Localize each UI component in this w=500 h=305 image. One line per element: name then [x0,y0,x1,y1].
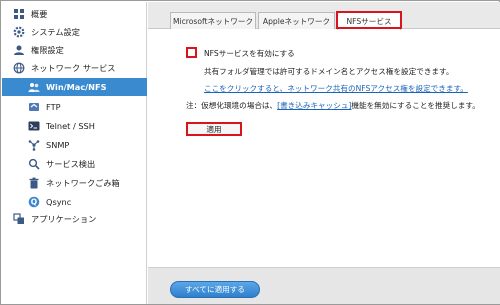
apply-all-label: すべてに適用する [185,285,245,294]
write-cache-link[interactable]: [書き込みキャッシュ] [277,101,351,110]
globe-icon [13,62,25,74]
nfs-settings-content: NFSサービスを有効にする 共有フォルダ管理では許可するドメイン名とアクセス権を… [148,30,500,267]
access-description: 共有フォルダ管理では許可するドメイン名とアクセス権を設定できます。 [204,67,454,76]
sidebar-item-overview[interactable]: 概要 [2,5,147,22]
terminal-icon [28,120,40,132]
tab-label: NFSサービス [346,17,392,26]
snmp-icon [28,139,40,151]
sidebar-item-label: ネットワーク サービス [31,62,116,73]
user-icon [13,44,25,56]
ftp-icon [28,101,40,113]
svg-text:Q: Q [31,197,37,206]
trash-icon [28,177,40,189]
sidebar-item-label: FTP [46,101,61,112]
enable-nfs-label: NFSサービスを有効にする [204,49,295,58]
sidebar-item-label: SNMP [46,139,70,150]
sidebar-item-label: 概要 [31,8,48,19]
sidebar-item-win-mac-nfs[interactable]: Win/Mac/NFS [2,78,147,96]
apply-all-button[interactable]: すべてに適用する [170,281,260,298]
tab-label: Microsoftネットワーク [172,16,254,26]
gear-icon [13,26,25,38]
virtualization-note: 注：仮想化環境の場合は、[書き込みキャッシュ]機能を無効にすることを推奨します。 [186,100,480,111]
apps-icon [13,212,25,225]
sidebar-item-label: Qsync [46,196,72,207]
search-icon [28,158,40,170]
sidebar-item-qsync[interactable]: Q Qsync [2,193,147,210]
sidebar: 概要 システム設定 権限設定 ネットワーク サービス Win/Mac/NFS F… [2,2,147,304]
apply-button[interactable]: 適用 [186,122,242,136]
sidebar-item-network-recycle-bin[interactable]: ネットワークごみ箱 [2,174,147,191]
note-suffix: 機能を無効にすることを推奨します。 [351,101,480,110]
window-frame: 概要 システム設定 権限設定 ネットワーク サービス Win/Mac/NFS F… [0,0,500,305]
sidebar-item-label: Telnet / SSH [46,120,95,131]
sidebar-item-ftp[interactable]: FTP [2,98,147,115]
sync-icon: Q [28,196,40,208]
sidebar-item-label: サービス検出 [46,158,96,169]
sidebar-item-telnet-ssh[interactable]: Telnet / SSH [2,117,147,134]
sidebar-item-system-settings[interactable]: システム設定 [2,23,147,40]
tab-label: Appleネットワーク [262,16,331,26]
sidebar-item-label: システム設定 [31,26,80,37]
enable-nfs-checkbox[interactable] [186,47,197,58]
nfs-access-link[interactable]: ここをクリックすると、ネットワーク共有のNFSアクセス権を設定できます。 [204,83,468,94]
sidebar-item-snmp[interactable]: SNMP [2,136,147,153]
sidebar-item-label: ネットワークごみ箱 [46,177,120,188]
sidebar-item-label: アプリケーション [31,213,97,224]
sidebar-item-label: 権限設定 [31,44,64,55]
note-prefix: 注：仮想化環境の場合は、 [186,101,278,110]
tab-apple-network[interactable]: Appleネットワーク [258,12,335,29]
overview-icon [13,8,25,20]
footer-bar: すべてに適用する [148,267,500,304]
sidebar-item-network-services[interactable]: ネットワーク サービス [2,59,147,76]
tab-nfs-service[interactable]: NFSサービス [337,12,401,30]
sidebar-item-service-discovery[interactable]: サービス検出 [2,155,147,172]
people-icon [28,81,40,93]
tab-bar: Microsoftネットワーク Appleネットワーク NFSサービス [148,2,500,30]
sidebar-item-applications[interactable]: アプリケーション [2,210,147,227]
sidebar-item-label: Win/Mac/NFS [46,82,107,92]
apply-button-label: 適用 [206,124,222,134]
main-panel: Microsoftネットワーク Appleネットワーク NFSサービス NFSサ… [148,2,500,304]
sidebar-item-privilege-settings[interactable]: 権限設定 [2,41,147,58]
tab-microsoft-network[interactable]: Microsoftネットワーク [170,12,256,29]
